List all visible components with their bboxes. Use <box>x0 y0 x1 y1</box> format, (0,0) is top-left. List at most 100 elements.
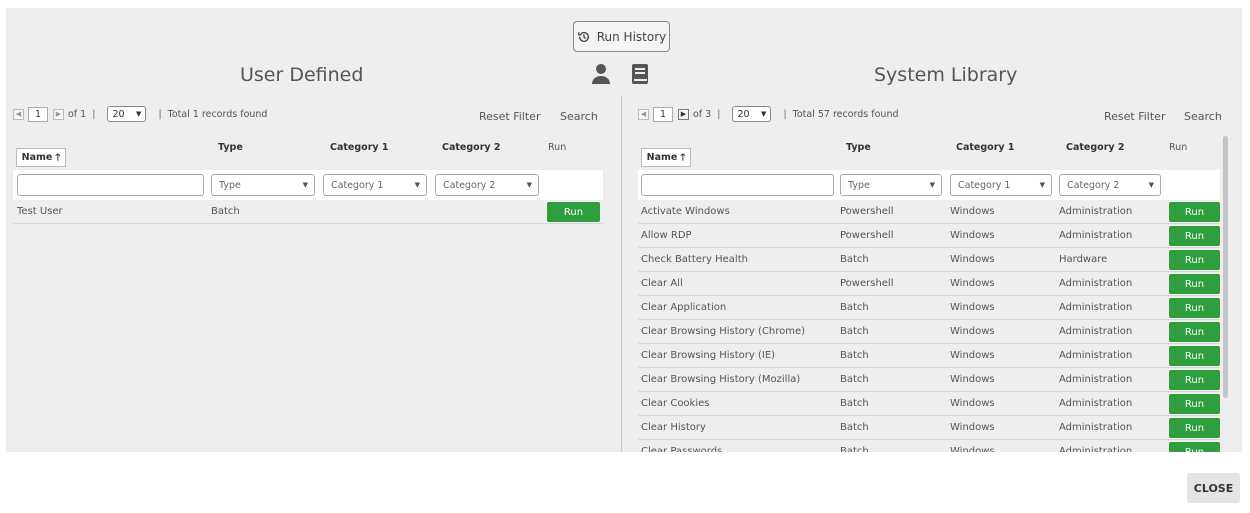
row-name: Test User <box>17 206 63 217</box>
row-category2: Administration <box>1059 278 1133 289</box>
row-category1: Windows <box>950 326 995 337</box>
records-total: Total 57 records found <box>792 108 899 120</box>
system-library-title: System Library <box>874 64 1018 86</box>
chevron-down-icon: ▼ <box>136 110 142 118</box>
row-category1: Windows <box>950 446 995 452</box>
name-filter-input[interactable] <box>17 174 204 196</box>
next-page-button[interactable]: ▶ <box>678 108 689 120</box>
history-icon <box>577 31 589 42</box>
chevron-down-icon: ▼ <box>302 181 308 189</box>
prev-page-button[interactable]: ◀ <box>638 108 649 120</box>
name-column-header[interactable]: Name 🡑 <box>16 148 66 167</box>
run-button[interactable]: Run <box>1169 394 1220 414</box>
row-type: Powershell <box>840 230 894 241</box>
row-name: Clear Browsing History (Chrome) <box>641 326 806 337</box>
type-column-header[interactable]: Type <box>846 142 871 153</box>
row-type: Batch <box>840 374 869 385</box>
category2-column-header[interactable]: Category 2 <box>1066 142 1125 153</box>
category1-filter-select[interactable]: Category 1 ▼ <box>950 174 1052 196</box>
reset-filter-link[interactable]: Reset Filter <box>1104 110 1165 123</box>
next-page-button[interactable]: ▶ <box>53 108 64 120</box>
scrollbar-thumb[interactable] <box>1223 136 1228 398</box>
prev-page-button[interactable]: ◀ <box>13 108 24 120</box>
category1-column-header[interactable]: Category 1 <box>330 142 389 153</box>
chevron-down-icon: ▼ <box>526 181 532 189</box>
type-filter-select[interactable]: Type ▼ <box>211 174 315 196</box>
page-input[interactable]: 1 <box>28 106 48 122</box>
page-count: of 1 <box>68 108 87 120</box>
row-category1: Windows <box>950 206 995 217</box>
type-column-header[interactable]: Type <box>218 142 243 153</box>
row-type: Batch <box>840 446 869 452</box>
run-button[interactable]: Run <box>1169 322 1220 342</box>
category2-filter-select[interactable]: Category 2 ▼ <box>435 174 539 196</box>
search-link[interactable]: Search <box>1184 110 1222 123</box>
table-row[interactable]: Allow RDP Powershell Windows Administration… <box>638 224 1220 248</box>
run-column-header: Run <box>548 142 567 153</box>
page-size-select[interactable]: 20 ▼ <box>732 106 772 122</box>
run-button[interactable]: Run <box>1169 250 1220 270</box>
name-column-header[interactable]: Name 🡑 <box>641 148 691 167</box>
table-row[interactable]: Clear Browsing History (Mozilla) Batch Win… <box>638 368 1220 392</box>
run-button[interactable]: Run <box>1169 202 1220 222</box>
script-library-dialog: Run History User Defined System Library … <box>6 8 1242 452</box>
sort-up-icon: 🡑 <box>680 151 686 163</box>
chevron-down-icon: ▼ <box>1039 181 1045 189</box>
user-defined-pager: ◀ 1 ▶ of 1 | 20 ▼ | Total 1 records found <box>13 104 267 124</box>
table-row[interactable]: Check Battery Health Batch Windows Hardware… <box>638 248 1220 272</box>
chevron-down-icon: ▼ <box>929 181 935 189</box>
row-type: Batch <box>840 350 869 361</box>
table-row[interactable]: Clear History Batch Windows Administration R… <box>638 416 1220 440</box>
user-defined-title: User Defined <box>240 64 364 86</box>
row-name: Clear Browsing History (IE) <box>641 350 776 361</box>
chevron-down-icon: ▼ <box>761 110 767 118</box>
row-name: Clear Passwords <box>641 446 723 452</box>
reset-filter-link[interactable]: Reset Filter <box>479 110 540 123</box>
table-row[interactable]: Clear All Powershell Windows Administration… <box>638 272 1220 296</box>
row-category2: Administration <box>1059 326 1133 337</box>
close-button[interactable]: CLOSE <box>1187 473 1240 503</box>
run-button[interactable]: Run <box>1169 346 1220 366</box>
run-column-header: Run <box>1169 142 1188 153</box>
table-row[interactable]: Clear Browsing History (Chrome) Batch Wind… <box>638 320 1220 344</box>
row-type: Batch <box>211 206 240 217</box>
page-input[interactable]: 1 <box>653 106 673 122</box>
run-button[interactable]: Run <box>1169 442 1220 452</box>
row-name: Activate Windows <box>641 206 730 217</box>
chevron-down-icon: ▼ <box>1148 181 1154 189</box>
category2-column-header[interactable]: Category 2 <box>442 142 501 153</box>
category2-filter-select[interactable]: Category 2 ▼ <box>1059 174 1161 196</box>
run-button[interactable]: Run <box>547 202 600 222</box>
table-row[interactable]: Test User Batch Run <box>13 200 603 224</box>
table-row[interactable]: Clear Application Batch Windows Administrat… <box>638 296 1220 320</box>
row-name: Check Battery Health <box>641 254 748 265</box>
row-category1: Windows <box>950 422 995 433</box>
chevron-down-icon: ▼ <box>414 181 420 189</box>
category1-filter-select[interactable]: Category 1 ▼ <box>323 174 427 196</box>
row-name: Allow RDP <box>641 230 692 241</box>
search-link[interactable]: Search <box>560 110 598 123</box>
row-name: Clear History <box>641 422 706 433</box>
row-category1: Windows <box>950 230 995 241</box>
run-button[interactable]: Run <box>1169 298 1220 318</box>
page-size-select[interactable]: 20 ▼ <box>107 106 147 122</box>
run-button[interactable]: Run <box>1169 370 1220 390</box>
type-filter-select[interactable]: Type ▼ <box>840 174 942 196</box>
user-icon[interactable] <box>591 63 611 85</box>
table-row[interactable]: Clear Browsing History (IE) Batch Windows A… <box>638 344 1220 368</box>
table-row[interactable]: Clear Cookies Batch Windows Administration R… <box>638 392 1220 416</box>
category1-column-header[interactable]: Category 1 <box>956 142 1015 153</box>
table-row[interactable]: Clear Passwords Batch Windows Administratio… <box>638 440 1220 452</box>
name-filter-input[interactable] <box>641 174 834 196</box>
row-type: Batch <box>840 254 869 265</box>
run-button[interactable]: Run <box>1169 418 1220 438</box>
row-category1: Windows <box>950 302 995 313</box>
system-library-grid: Name 🡑 Type Category 1 Category 2 Run Typ… <box>638 140 1226 452</box>
user-defined-grid: Name 🡑 Type Category 1 Category 2 Run Typ… <box>13 140 603 224</box>
run-history-button[interactable]: Run History <box>573 21 670 52</box>
system-library-pager: ◀ 1 ▶ of 3 | 20 ▼ | Total 57 records foun… <box>638 104 899 124</box>
book-icon[interactable] <box>631 63 649 85</box>
table-row[interactable]: Activate Windows Powershell Windows Adminis… <box>638 200 1220 224</box>
run-button[interactable]: Run <box>1169 274 1220 294</box>
run-button[interactable]: Run <box>1169 226 1220 246</box>
